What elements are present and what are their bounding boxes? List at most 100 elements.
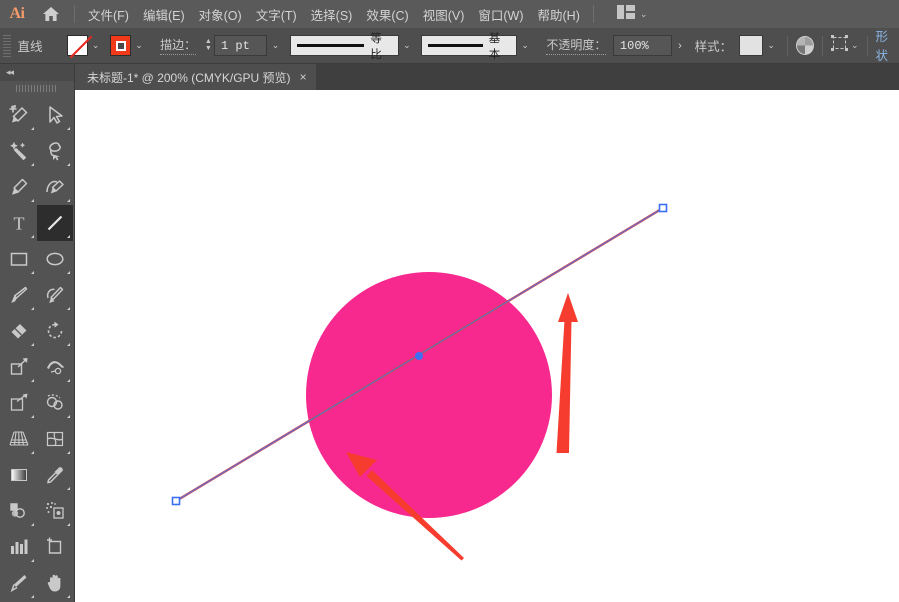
tool-flyout-indicator [67,595,70,598]
symbol-sprayer-tool[interactable] [37,493,73,529]
tool-flyout-indicator [31,235,34,238]
tools-grid: T [0,95,74,602]
tool-flyout-indicator [67,199,70,202]
blend-tool[interactable] [1,493,37,529]
document-tab-title: 未标题-1* @ 200% (CMYK/GPU 预览) [87,69,291,86]
tool-flyout-indicator [67,379,70,382]
slice-tool[interactable] [1,565,37,601]
width-profile-chevron-down-icon[interactable]: ⌄ [399,35,415,56]
paintbrush-tool[interactable] [1,277,37,313]
align-transform-button[interactable]: ⌄ [831,35,859,56]
control-bar-separator-1 [787,36,788,56]
rectangle-tool[interactable] [1,241,37,277]
eraser-tool[interactable] [1,313,37,349]
document-tab-bar: 未标题-1* @ 200% (CMYK/GPU 预览) × [75,64,899,90]
width-profile-label: 等比 [370,30,392,62]
opacity-panel-arrow-icon[interactable]: › [672,35,688,56]
menu-item-file[interactable]: 文件(F) [81,1,136,28]
artboard-tool[interactable] [37,529,73,565]
canvas-artboard[interactable] [75,90,899,602]
width-profile-preview-icon [297,44,364,47]
menu-divider-right [593,5,594,23]
tools-panel-grip[interactable] [0,81,74,95]
recolor-artwork-icon[interactable] [796,36,814,55]
opacity-input[interactable]: 100% [613,35,672,56]
mesh-tool[interactable] [37,421,73,457]
workspace-switcher[interactable]: ⌄ [612,2,653,27]
width-tool[interactable] [37,349,73,385]
style-chevron-down-icon[interactable]: ⌄ [763,35,779,56]
tool-flyout-indicator [31,271,34,274]
tool-flyout-indicator [31,163,34,166]
anchor-point-end [660,205,667,212]
column-graph-tool[interactable] [1,529,37,565]
menu-item-object[interactable]: 对象(O) [192,1,249,28]
svg-text:T: T [14,214,25,234]
add-anchor-point-tool[interactable] [1,97,37,133]
brush-chevron-down-icon[interactable]: ⌄ [517,35,533,56]
tool-flyout-indicator [31,595,34,598]
tool-flyout-indicator [31,307,34,310]
menu-item-window[interactable]: 窗口(W) [471,1,530,28]
shaper-tool[interactable] [37,277,73,313]
close-icon[interactable]: × [300,71,307,83]
eyedropper-tool[interactable] [37,457,73,493]
shape-builder-tool[interactable] [37,385,73,421]
stroke-weight-stepper[interactable]: ▲▼ [203,35,214,56]
magic-wand-tool[interactable] [1,133,37,169]
stroke-weight-chevron-down-icon[interactable]: ⌄ [267,35,283,56]
lasso-tool[interactable] [37,133,73,169]
control-bar: 直线 ⌄ ⌄ 描边： ▲▼ 1 pt ⌄ 等比 ⌄ 基本 ⌄ 不透明度： 100… [0,28,899,64]
brush-preview-icon [428,44,482,47]
pen-tool[interactable] [1,169,37,205]
tool-flyout-indicator [67,415,70,418]
stroke-dropdown-chevron-down-icon[interactable]: ⌄ [131,35,147,56]
ellipse-tool[interactable] [37,241,73,277]
tool-flyout-indicator [31,343,34,346]
tool-flyout-indicator [67,523,70,526]
tool-flyout-indicator [31,199,34,202]
menu-item-type[interactable]: 文字(T) [249,1,304,28]
width-profile-selector[interactable]: 等比 [290,35,399,56]
style-label: 样式： [695,36,733,55]
fill-swatch[interactable] [67,35,88,56]
direct-selection-tool[interactable] [37,97,73,133]
menu-item-help[interactable]: 帮助(H) [531,1,587,28]
tool-flyout-indicator [67,163,70,166]
gradient-tool[interactable] [1,457,37,493]
stroke-weight-label[interactable]: 描边： [160,36,196,55]
type-tool[interactable]: T [1,205,37,241]
brush-definition-selector[interactable]: 基本 [421,35,517,56]
free-transform-tool[interactable] [1,385,37,421]
shape-link[interactable]: 形状 [876,26,899,66]
chevron-down-icon: ⌄ [640,10,648,19]
menu-item-effect[interactable]: 效果(C) [359,1,415,28]
menu-item-select[interactable]: 选择(S) [304,1,360,28]
tool-flyout-indicator [31,415,34,418]
stroke-weight-input[interactable]: 1 pt [214,35,267,56]
app-logo: Ai [0,0,34,28]
tool-flyout-indicator [31,559,34,562]
line-segment-tool[interactable] [37,205,73,241]
illustrator-window: Ai 文件(F) 编辑(E) 对象(O) 文字(T) 选择(S) 效果(C) 视… [0,0,899,602]
control-bar-separator-3 [867,36,868,56]
menu-item-view[interactable]: 视图(V) [416,1,472,28]
hand-tool[interactable] [37,565,73,601]
control-bar-separator-2 [822,36,823,56]
graphic-style-swatch[interactable] [739,35,764,56]
opacity-label[interactable]: 不透明度： [546,36,606,55]
tool-flyout-indicator [31,379,34,382]
rotate-tool[interactable] [37,313,73,349]
control-bar-grip[interactable] [3,35,11,57]
perspective-grid-tool[interactable] [1,421,37,457]
tool-flyout-indicator [67,271,70,274]
tools-panel-collapse-button[interactable]: ◂◂ [0,64,74,81]
stroke-swatch[interactable] [110,35,131,56]
scale-tool[interactable] [1,349,37,385]
red-arrow-up [557,293,579,453]
menu-item-edit[interactable]: 编辑(E) [136,1,192,28]
curvature-tool[interactable] [37,169,73,205]
workspace-layout-icon [617,5,635,24]
document-tab[interactable]: 未标题-1* @ 200% (CMYK/GPU 预览) × [75,64,316,90]
home-icon[interactable] [34,0,68,28]
